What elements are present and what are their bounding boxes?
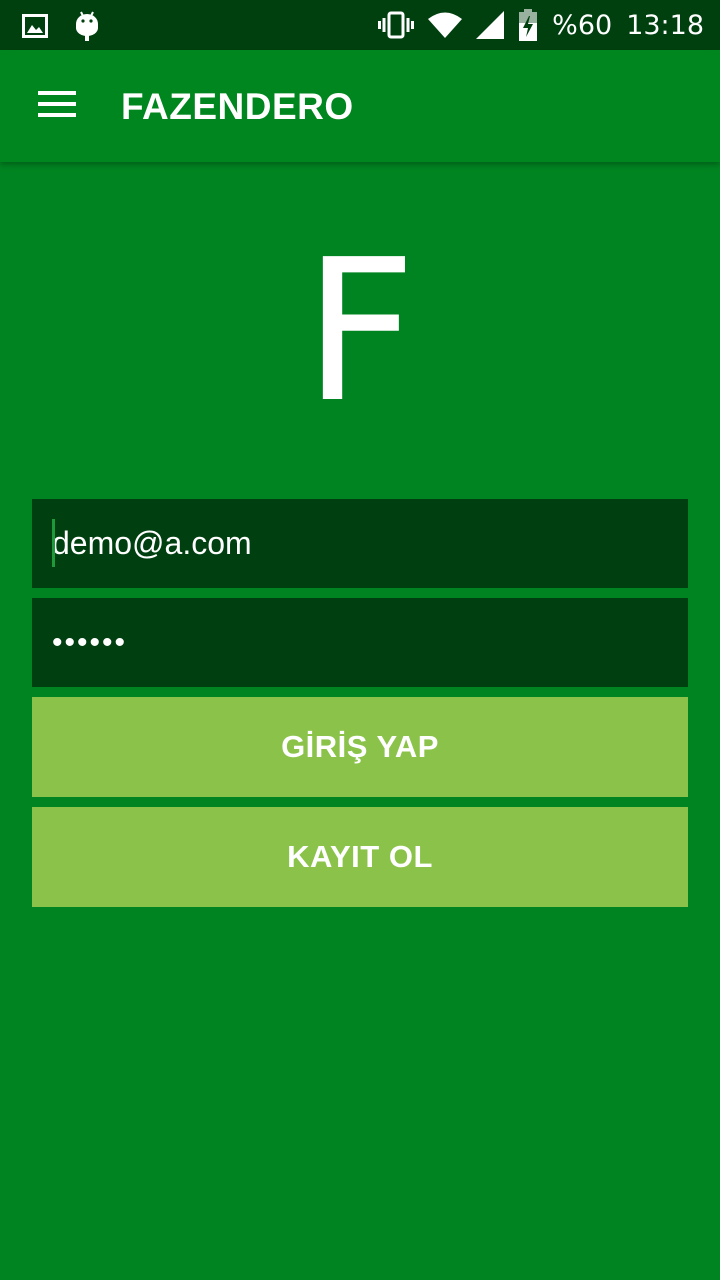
battery-percentage: %60 <box>552 9 613 41</box>
vibrate-icon <box>378 11 415 39</box>
app-title: FAZENDERO <box>121 86 354 127</box>
app-bar: FAZENDERO <box>0 50 720 162</box>
status-bar-left <box>22 10 100 42</box>
wifi-icon <box>428 12 463 38</box>
password-value: •••••• <box>52 625 128 659</box>
login-button[interactable]: GİRİŞ YAP <box>32 697 688 797</box>
menu-button[interactable] <box>24 78 88 134</box>
hamburger-menu-icon <box>38 90 76 123</box>
signal-icon <box>476 11 505 39</box>
password-field[interactable]: •••••• <box>32 598 688 687</box>
text-cursor <box>52 519 55 567</box>
android-icon <box>74 10 100 42</box>
app-logo-letter: F <box>303 218 417 446</box>
clock: 13:18 <box>626 9 704 41</box>
email-value: demo@a.com <box>52 525 252 561</box>
register-button[interactable]: KAYIT OL <box>32 807 688 907</box>
status-bar-right: %60 13:18 <box>378 8 704 42</box>
status-bar: %60 13:18 <box>0 0 720 50</box>
email-field[interactable]: demo@a.com <box>32 499 688 588</box>
battery-charging-icon <box>518 9 538 41</box>
image-icon <box>22 14 48 38</box>
